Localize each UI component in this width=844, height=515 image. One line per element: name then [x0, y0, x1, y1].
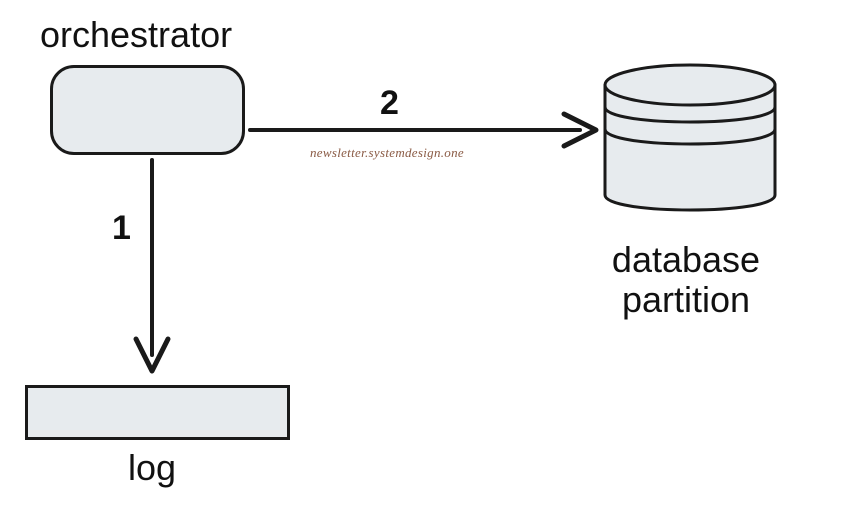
- arrow-2-label: 2: [380, 85, 399, 122]
- database-label: databasepartition: [576, 240, 796, 319]
- log-node: [25, 385, 290, 440]
- database-node: [595, 55, 785, 245]
- log-label: log: [128, 448, 176, 488]
- arrow-orch-to-log: [130, 155, 190, 385]
- orchestrator-node: [50, 65, 245, 155]
- orchestrator-label: orchestrator: [40, 15, 232, 55]
- watermark-text: newsletter.systemdesign.one: [310, 145, 464, 161]
- arrow-orch-to-db: [245, 110, 605, 150]
- diagram-canvas: orchestrator log databasepartition 1: [0, 0, 844, 515]
- arrow-1-label: 1: [112, 210, 131, 247]
